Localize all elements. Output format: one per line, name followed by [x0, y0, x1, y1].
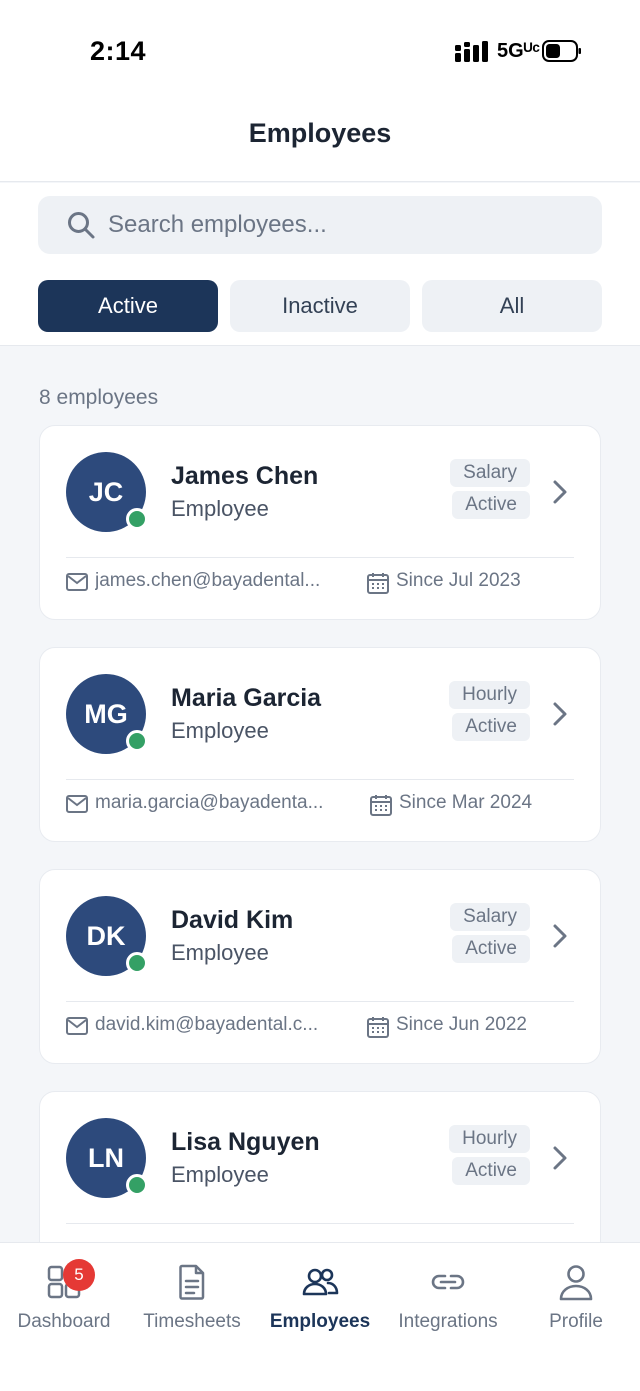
status-time: 2:14	[90, 36, 147, 66]
link-icon	[431, 1274, 465, 1290]
search-icon	[68, 212, 95, 239]
status-badge: Active	[452, 1157, 530, 1185]
employee-since: Since Jul 2023	[396, 570, 521, 591]
pay-type-badge: Hourly	[449, 1125, 530, 1153]
pay-type-badge: Salary	[450, 459, 530, 487]
search-input[interactable]	[108, 196, 588, 254]
status-badge: Active	[452, 491, 530, 519]
status-badge: Active	[452, 935, 530, 963]
employee-email: james.chen@bayadental...	[95, 570, 321, 591]
employee-name: James Chen	[171, 462, 319, 490]
tab-integrations[interactable]: Integrations	[384, 1262, 512, 1333]
notification-badge: 5	[63, 1259, 95, 1291]
filter-inactive-tab[interactable]: Inactive	[230, 280, 410, 332]
pay-type-badge: Salary	[450, 903, 530, 931]
employee-name: David Kim	[171, 906, 294, 934]
employee-email: david.kim@bayadental.c...	[95, 1014, 319, 1035]
employee-card[interactable]: JC James Chen Employee Salary Active jam…	[39, 425, 601, 620]
employee-role: Employee	[171, 718, 269, 743]
employee-card[interactable]: DK David Kim Employee Salary Active davi…	[39, 869, 601, 1064]
chevron-right-icon	[553, 924, 567, 948]
status-badge: Active	[452, 713, 530, 741]
employee-since: Since Jun 2022	[396, 1014, 527, 1035]
tab-label: Integrations	[398, 1311, 498, 1332]
employee-since: Since Mar 2024	[399, 792, 533, 813]
employee-email: maria.garcia@bayadenta...	[95, 792, 324, 813]
document-icon	[179, 1264, 205, 1300]
employee-card[interactable]: MG Maria Garcia Employee Hourly Active m…	[39, 647, 601, 842]
mail-icon	[66, 795, 88, 813]
employees-screen: 2:14 5Gᵁᶜ Employees Active Inactive All …	[0, 0, 640, 1391]
tab-label: Timesheets	[143, 1311, 241, 1332]
employee-role: Employee	[171, 1162, 269, 1187]
tab-profile[interactable]: Profile	[512, 1262, 640, 1333]
employee-name: Maria Garcia	[171, 684, 322, 712]
mail-icon	[66, 573, 88, 591]
calendar-icon	[370, 795, 392, 816]
chevron-right-icon	[553, 480, 567, 504]
employee-role: Employee	[171, 940, 269, 965]
chevron-right-icon	[553, 702, 567, 726]
pay-type-badge: Hourly	[449, 681, 530, 709]
online-status-dot	[126, 508, 148, 530]
divider	[66, 779, 574, 780]
divider	[66, 1001, 574, 1002]
network-label: 5Gᵁᶜ	[497, 40, 540, 62]
employee-name: Lisa Nguyen	[171, 1128, 320, 1156]
tab-label: Dashboard	[17, 1311, 111, 1332]
mail-icon	[66, 1017, 88, 1035]
filter-all-tab[interactable]: All	[422, 280, 602, 332]
chevron-right-icon	[553, 1146, 567, 1170]
filter-active-tab[interactable]: Active	[38, 280, 218, 332]
tab-timesheets[interactable]: Timesheets	[128, 1262, 256, 1333]
page-title: Employees	[248, 118, 392, 148]
people-icon	[302, 1268, 339, 1296]
employee-count: 8 employees	[39, 386, 159, 409]
person-icon	[559, 1265, 593, 1301]
tab-label: Employees	[269, 1311, 371, 1332]
signal-icon	[455, 41, 488, 62]
battery-icon	[542, 40, 581, 62]
calendar-icon	[367, 573, 389, 594]
online-status-dot	[126, 730, 148, 752]
online-status-dot	[126, 1174, 148, 1196]
online-status-dot	[126, 952, 148, 974]
tab-label: Profile	[549, 1311, 603, 1332]
calendar-icon	[367, 1017, 389, 1038]
divider	[66, 557, 574, 558]
divider	[66, 1223, 574, 1224]
tab-employees[interactable]: Employees	[256, 1262, 384, 1333]
employee-role: Employee	[171, 496, 269, 521]
